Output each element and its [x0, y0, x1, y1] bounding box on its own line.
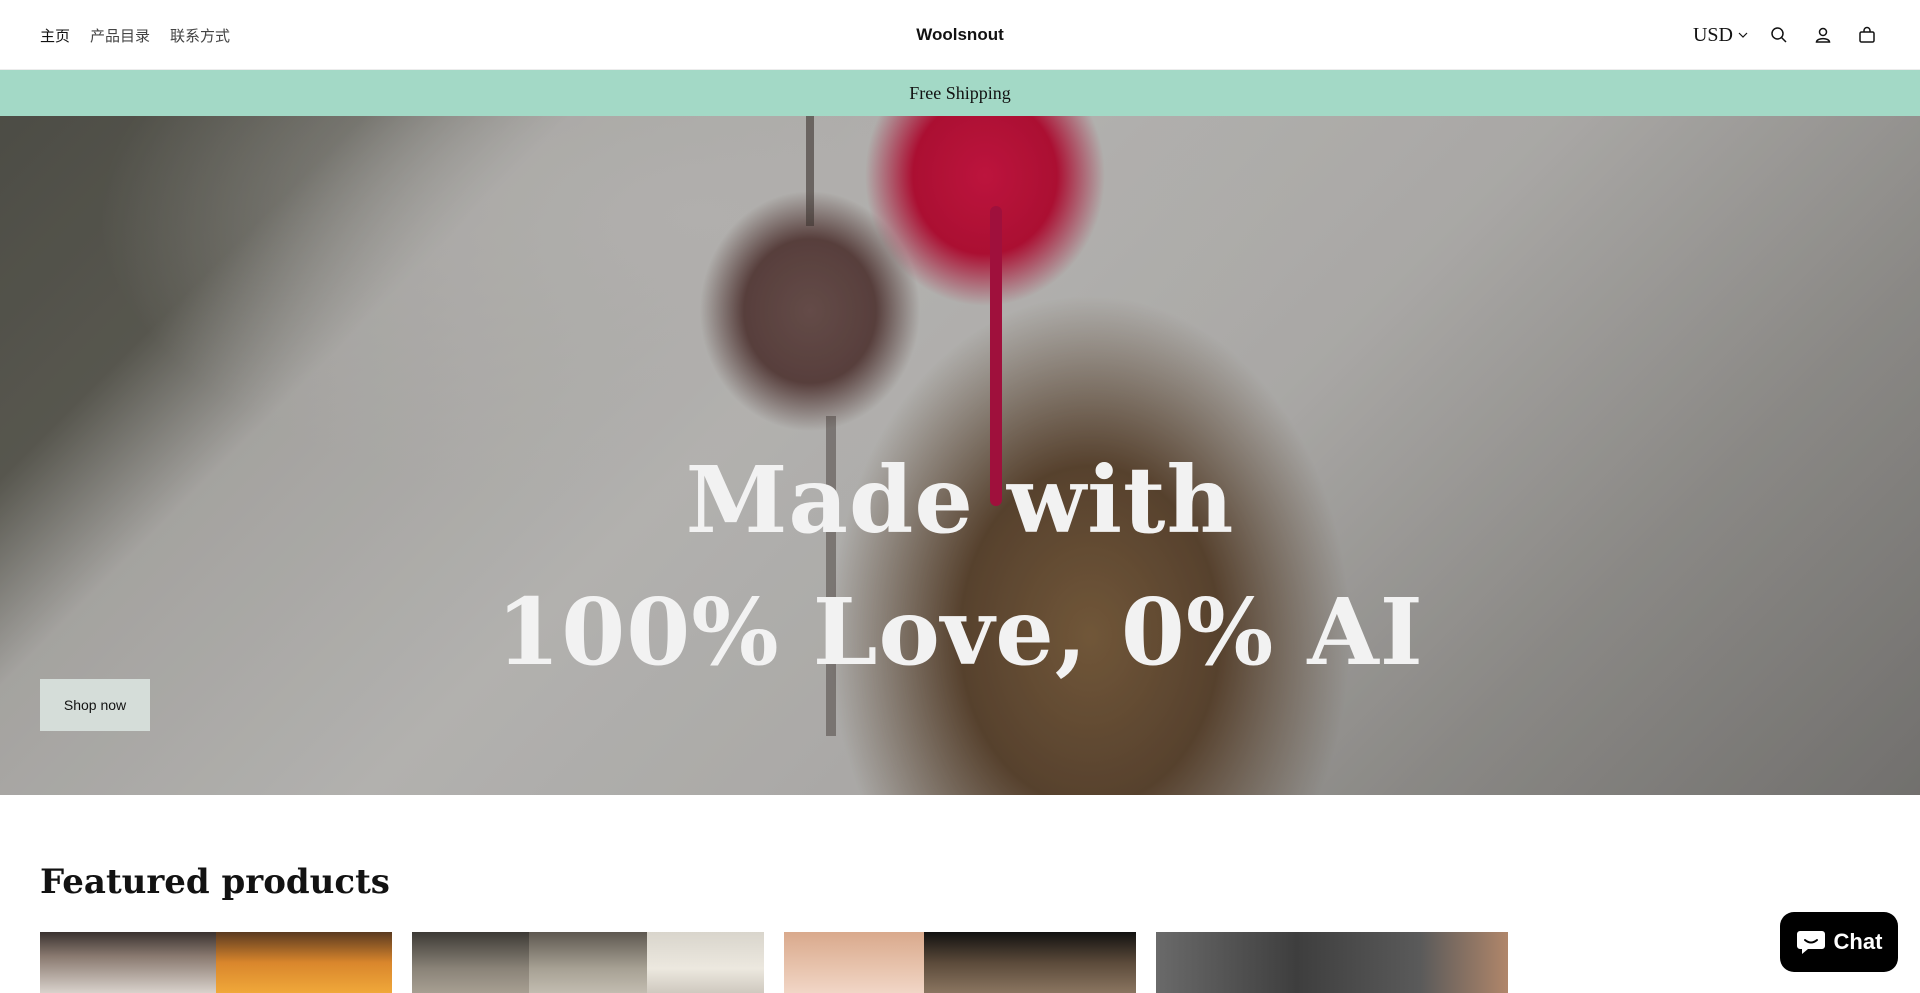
hero-headline-line1: Made with: [685, 446, 1235, 554]
account-button[interactable]: [1810, 22, 1836, 48]
product-image: [412, 932, 529, 993]
main-nav: 主页 产品目录 联系方式: [40, 0, 230, 70]
chat-bubble-icon: [1796, 931, 1825, 954]
product-image: [924, 932, 1136, 993]
search-button[interactable]: [1766, 22, 1792, 48]
nav-item-contact[interactable]: 联系方式: [170, 25, 230, 46]
hero-banner: Made with 100% Love, 0% AI Shop now: [0, 116, 1920, 795]
cart-button[interactable]: [1854, 22, 1880, 48]
currency-label: USD: [1692, 23, 1733, 46]
user-icon: [1815, 27, 1831, 43]
product-grid: [40, 932, 1508, 993]
hero-headline-line2: 100% Love, 0% AI: [496, 578, 1424, 686]
bag-icon: [1859, 26, 1875, 43]
logo-wrapper: Woolsnout: [0, 0, 1920, 70]
store-logo[interactable]: Woolsnout: [916, 25, 1004, 45]
chat-button[interactable]: Chat: [1780, 912, 1898, 972]
nav-item-catalog[interactable]: 产品目录: [90, 25, 150, 46]
product-image: [784, 932, 924, 993]
search-icon: [1771, 27, 1787, 43]
product-card[interactable]: [412, 932, 764, 993]
product-image: [216, 932, 392, 993]
chat-label: Chat: [1833, 929, 1883, 954]
product-card[interactable]: [40, 932, 392, 993]
product-image: [529, 932, 647, 993]
product-card[interactable]: [1156, 932, 1508, 993]
chevron-down-icon: [1738, 32, 1748, 38]
hero-headline: Made with 100% Love, 0% AI: [0, 434, 1920, 698]
shop-now-button[interactable]: Shop now: [40, 679, 150, 731]
product-image: [1156, 932, 1508, 993]
product-image: [647, 932, 764, 993]
announcement-text: Free Shipping: [909, 82, 1011, 103]
product-card[interactable]: [784, 932, 1136, 993]
currency-selector[interactable]: USD: [1693, 24, 1748, 47]
product-image: [40, 932, 216, 993]
site-header: 主页 产品目录 联系方式 Woolsnout USD: [0, 0, 1920, 70]
announcement-bar: Free Shipping: [0, 70, 1920, 116]
header-actions: USD: [1693, 0, 1880, 70]
nav-item-home[interactable]: 主页: [40, 25, 70, 46]
featured-products-title: Featured products: [40, 862, 390, 902]
